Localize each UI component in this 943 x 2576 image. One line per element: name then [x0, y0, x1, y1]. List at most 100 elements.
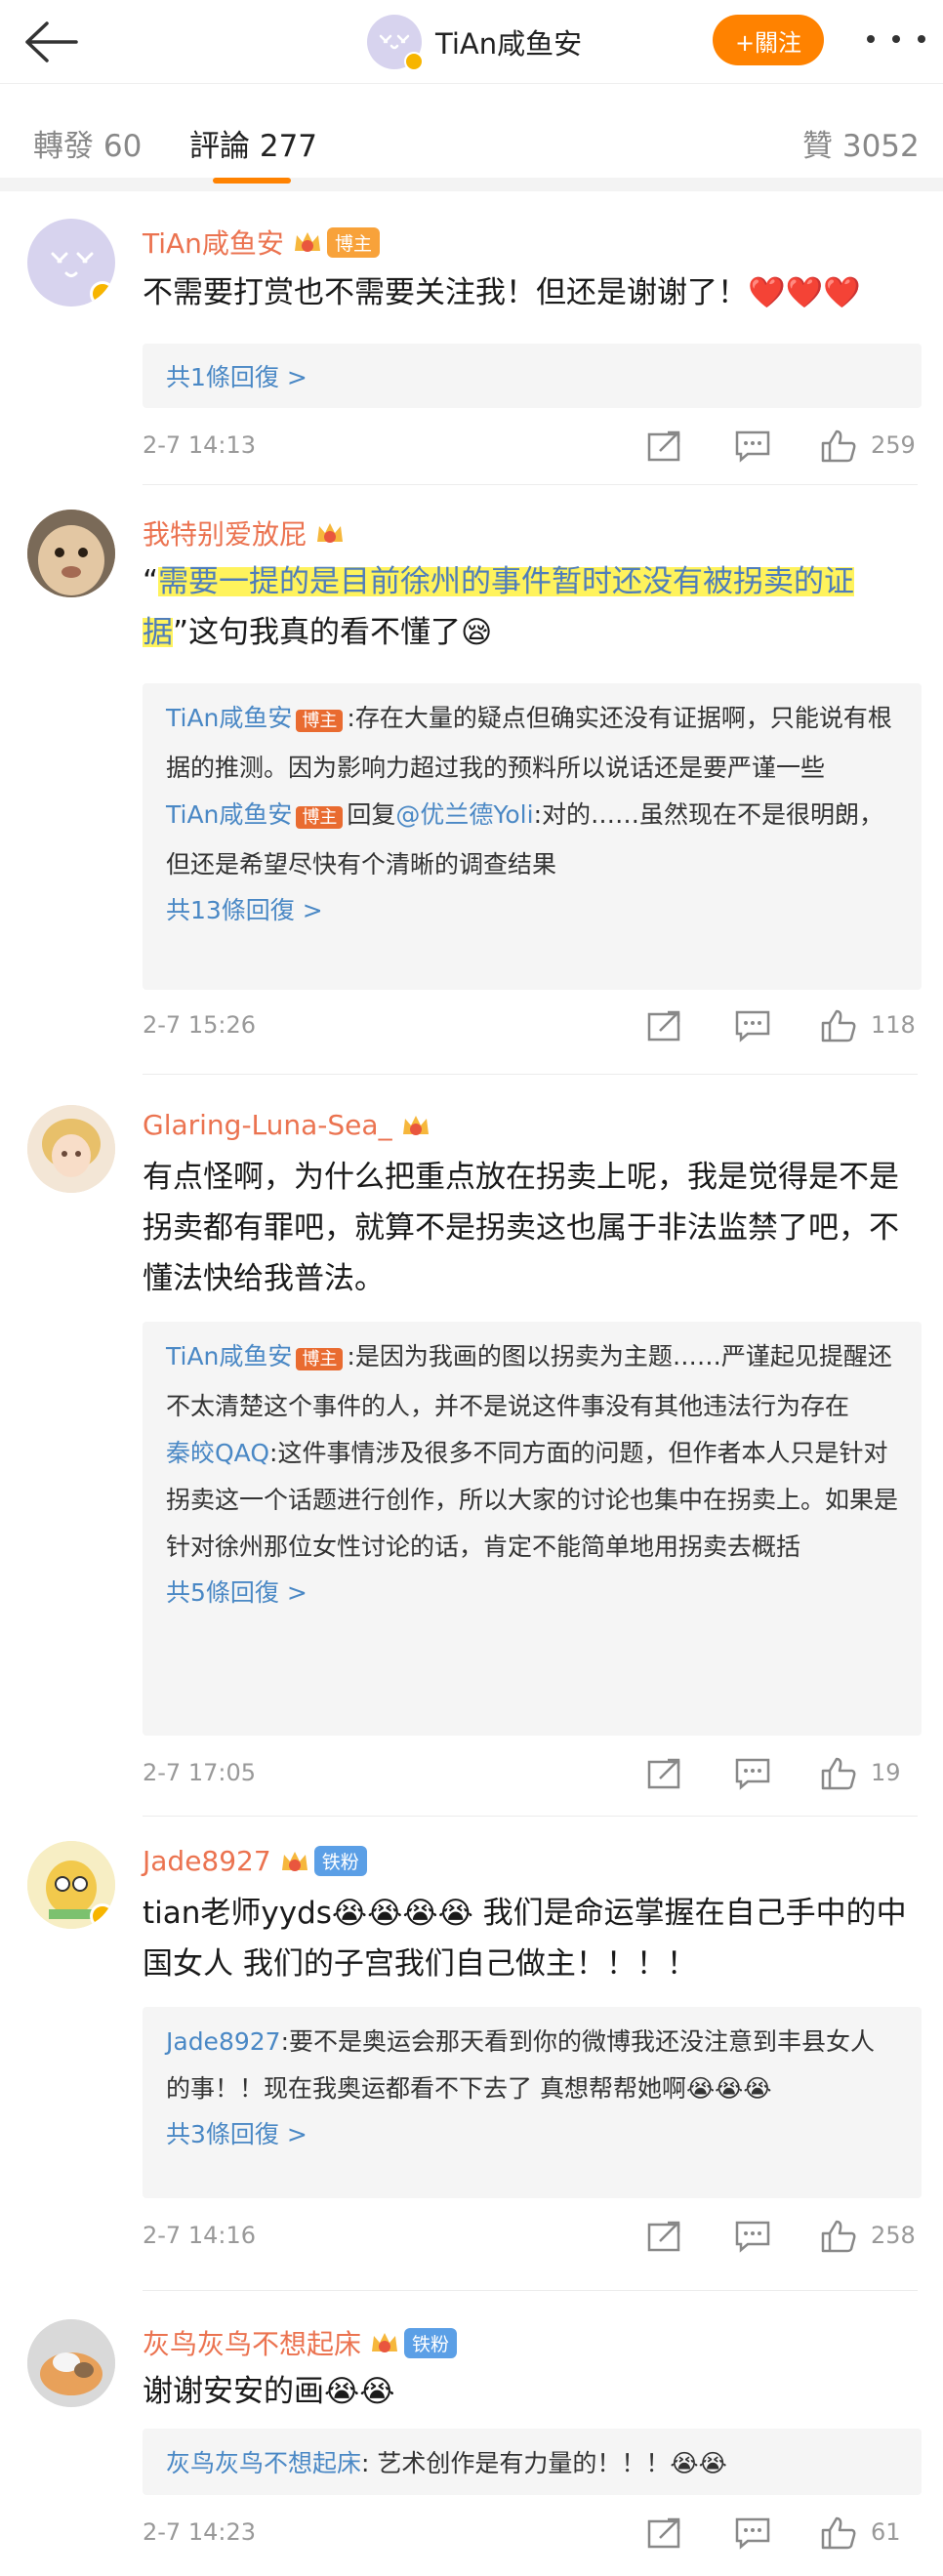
blogger-tag: 博主: [326, 226, 380, 258]
top-navigation-bar: TiAn咸鱼安 +關注: [0, 0, 943, 84]
comment-time: 2-7 17:05: [143, 1759, 256, 1786]
reply-box[interactable]: 共1條回復 >: [143, 344, 922, 408]
share-icon[interactable]: [646, 1009, 683, 1043]
tab-likes[interactable]: 贊 3052: [802, 121, 920, 165]
fan-crown-icon: [292, 227, 323, 257]
divider: [143, 1074, 918, 1075]
comment-author: 灰鸟灰鸟不想起床 铁粉: [143, 2323, 458, 2362]
comment-time: 2-7 15:26: [143, 1011, 256, 1039]
verified-icon: [404, 52, 424, 71]
comment-text: 不需要打赏也不需要关注我！但还是谢谢了！❤️❤️❤️: [143, 275, 861, 310]
divider: [143, 1816, 918, 1817]
fan-crown-icon: [400, 1111, 431, 1140]
like-count: 258: [871, 2222, 916, 2249]
author-name[interactable]: 我特别爱放屁: [143, 513, 307, 552]
reply-author[interactable]: TiAn咸鱼安: [166, 800, 292, 829]
author-name[interactable]: Jade8927: [143, 1845, 271, 1877]
avatar[interactable]: [27, 1105, 115, 1193]
comment-icon[interactable]: [734, 2220, 771, 2253]
reply-prefix: 回复: [347, 800, 396, 829]
reply-author[interactable]: TiAn咸鱼安: [166, 704, 292, 732]
avatar[interactable]: [27, 219, 115, 307]
comment-icon[interactable]: [734, 429, 771, 463]
reply-text: :这件事情涉及很多不同方面的问题，但作者本人只是针对拐卖这一个话题进行创作，所以…: [166, 1439, 899, 1561]
comment-icon[interactable]: [734, 2516, 771, 2550]
share-icon[interactable]: [646, 2516, 683, 2550]
share-icon[interactable]: [646, 1757, 683, 1790]
like-count: 19: [871, 1759, 901, 1786]
tab-comments[interactable]: 評論 277: [189, 121, 317, 165]
reply-item: TiAn咸鱼安 博主 回复@优兰德Yoli:对的……虽然现在不是很明朗，但还是希望尽…: [166, 792, 898, 888]
fan-crown-icon: [369, 2328, 400, 2357]
view-replies-link[interactable]: 共13條回復 >: [166, 888, 898, 933]
mention-link[interactable]: @优兰德Yoli: [395, 800, 533, 829]
author-name[interactable]: 灰鸟灰鸟不想起床: [143, 2323, 361, 2362]
share-icon[interactable]: [646, 2220, 683, 2253]
tab-bar: 轉發 60 評論 277 贊 3052: [0, 84, 943, 191]
fan-crown-icon: [279, 1847, 310, 1876]
follow-button[interactable]: +關注: [713, 15, 824, 65]
like-count: 61: [871, 2518, 901, 2546]
comment-text-rest: 这句我真的看不懂了😪: [188, 615, 493, 650]
comment-meta: 2-7 15:26 118: [143, 1007, 922, 1046]
reply-author[interactable]: Jade8927: [166, 2027, 281, 2056]
comment-time: 2-7 14:16: [143, 2222, 256, 2249]
fan-crown-icon: [314, 518, 346, 548]
comment-author: 我特别爱放屁: [143, 513, 346, 552]
verified-icon: [90, 281, 115, 307]
reply-box[interactable]: TiAn咸鱼安 博主:存在大量的疑点但确实还没有证据啊，只能说有根据的推测。因为影…: [143, 683, 922, 990]
page-title: TiAn咸鱼安: [435, 27, 583, 61]
reply-author[interactable]: TiAn咸鱼安: [166, 1342, 292, 1370]
verified-icon: [90, 1903, 115, 1929]
comment-author: TiAn咸鱼安 博主: [143, 223, 380, 262]
like-icon[interactable]: [820, 429, 857, 463]
more-options-icon[interactable]: [867, 29, 925, 49]
divider: [143, 484, 918, 485]
reply-item: 灰鸟灰鸟不想起床: 艺术创作是有力量的！！！😭😭: [166, 2440, 898, 2487]
view-replies-link[interactable]: 共3條回復 >: [166, 2112, 898, 2157]
share-icon[interactable]: [646, 429, 683, 463]
reply-box[interactable]: Jade8927:要不是奥运会那天看到你的微博我还没注意到丰县女人的事！！现在我…: [143, 2007, 922, 2198]
like-icon[interactable]: [820, 2516, 857, 2550]
reply-author[interactable]: 秦皎QAQ: [166, 1439, 269, 1467]
comment-time: 2-7 14:23: [143, 2518, 256, 2546]
reply-text: : 艺术创作是有力量的！！！😭😭: [361, 2449, 727, 2477]
comment-icon[interactable]: [734, 1009, 771, 1043]
view-replies-link[interactable]: 共1條回復 >: [166, 355, 898, 400]
comment-time: 2-7 14:13: [143, 431, 256, 459]
reply-item: TiAn咸鱼安 博主:存在大量的疑点但确实还没有证据啊，只能说有根据的推测。因为影…: [166, 695, 898, 792]
comment-text: 谢谢安安的画😭😭: [143, 2374, 395, 2409]
active-tab-indicator: [213, 178, 291, 184]
iron-fan-tag: 铁粉: [313, 1846, 367, 1876]
like-icon[interactable]: [820, 1757, 857, 1790]
view-replies-link[interactable]: 共5條回復 >: [166, 1571, 898, 1615]
reply-box[interactable]: 灰鸟灰鸟不想起床: 艺术创作是有力量的！！！😭😭: [143, 2429, 922, 2495]
blogger-avatar: [367, 15, 424, 71]
comment-text: “需要一提的是目前徐州的事件暂时还没有被拐卖的证据”这句我真的看不懂了😪: [143, 564, 855, 650]
iron-fan-tag: 铁粉: [404, 2327, 458, 2358]
reply-box[interactable]: TiAn咸鱼安 博主:是因为我画的图以拐卖为主题……严谨起见提醒还不太清楚这个事件…: [143, 1322, 922, 1736]
blogger-tag: 博主: [296, 1348, 344, 1370]
comment-meta: 2-7 14:13 259: [143, 428, 922, 467]
comment-icon[interactable]: [734, 1757, 771, 1790]
avatar[interactable]: [27, 1841, 115, 1929]
avatar[interactable]: [27, 510, 115, 597]
avatar[interactable]: [27, 2319, 115, 2407]
like-icon[interactable]: [820, 2220, 857, 2253]
comment-author: Jade8927 铁粉: [143, 1845, 367, 1877]
comment-meta: 2-7 17:05 19: [143, 1755, 922, 1794]
like-count: 118: [871, 1011, 916, 1039]
reply-author[interactable]: 灰鸟灰鸟不想起床: [166, 2449, 361, 2477]
like-icon[interactable]: [820, 1009, 857, 1043]
author-name[interactable]: Glaring-Luna-Sea_: [143, 1109, 392, 1141]
tab-repost[interactable]: 轉發 60: [33, 121, 142, 165]
comment-meta: 2-7 14:23 61: [143, 2515, 922, 2554]
comment-text: tian老师yyds😭😭😭😭 我们是命运掌握在自己手中的中国女人 我们的子宫我们…: [143, 1896, 907, 1982]
reply-item: 秦皎QAQ:这件事情涉及很多不同方面的问题，但作者本人只是针对拐卖这一个话题进行…: [166, 1430, 898, 1571]
blogger-title[interactable]: TiAn咸鱼安: [367, 14, 583, 71]
blogger-tag: 博主: [296, 806, 344, 829]
like-count: 259: [871, 431, 916, 459]
back-arrow-icon[interactable]: [21, 18, 80, 66]
author-name[interactable]: TiAn咸鱼安: [143, 223, 284, 262]
comment-text: 有点怪啊，为什么把重点放在拐卖上呢，我是觉得是不是拐卖都有罪吧，就算不是拐卖这也…: [143, 1160, 899, 1296]
